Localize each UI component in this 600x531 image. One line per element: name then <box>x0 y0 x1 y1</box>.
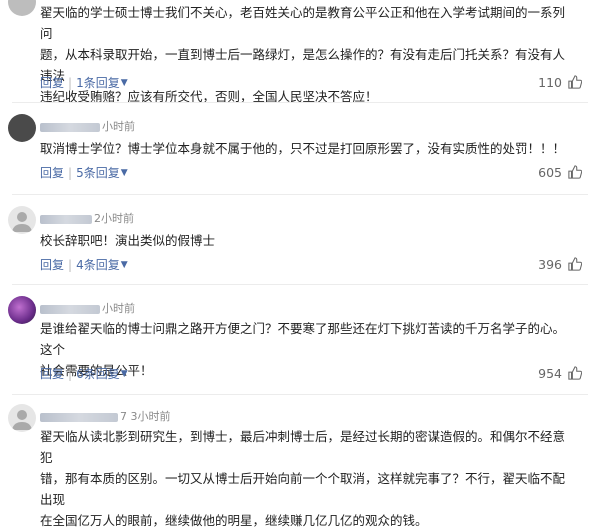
comment-line: 是谁给翟天临的博士问鼎之路开方便之门？不要寒了那些还在灯下挑灯苦读的千万名学子的… <box>40 321 566 357</box>
comment-actions: 回复 | 6条回复▼ <box>40 365 128 382</box>
separator: | <box>68 257 73 272</box>
username-blurred[interactable] <box>40 214 92 224</box>
replies-count: 6条回复 <box>76 367 120 381</box>
comment-line: 错，那有本质的区别。一切又从博士后开始向前一个个取消，这样就完事了？不行，翟天临… <box>40 471 566 507</box>
avatar[interactable] <box>8 206 36 234</box>
comment-actions: 回复 | 1条回复▼ <box>40 74 128 91</box>
like-button[interactable]: 396 <box>538 256 582 272</box>
chevron-down-icon: ▼ <box>120 368 128 379</box>
comment-meta: 2小时前 <box>40 210 134 226</box>
username-suffix: 2 <box>94 212 101 225</box>
divider <box>12 394 588 395</box>
separator: | <box>68 165 73 180</box>
chevron-down-icon: ▼ <box>120 77 128 88</box>
replies-count: 5条回复 <box>76 166 120 180</box>
comment-meta: 小时前 <box>40 300 135 316</box>
comment-meta: 7 3小时前 <box>40 408 171 424</box>
separator: | <box>68 366 73 381</box>
like-button[interactable]: 605 <box>538 164 582 180</box>
comment-line: 校长辞职吧！演出类似的假博士 <box>40 233 216 248</box>
comment-line: 在全国亿万人的眼前，继续做他的明星，继续赚几亿几亿的观众的钱。 <box>40 513 428 528</box>
avatar[interactable] <box>8 0 36 16</box>
chevron-down-icon: ▼ <box>120 167 128 178</box>
divider <box>12 284 588 285</box>
comment-line: 翟天临从读北影到研究生，到博士，最后冲刺博士后，是经过长期的密谋造假的。和偶尔不… <box>40 429 566 465</box>
comment-meta: 小时前 <box>40 118 135 134</box>
replies-count: 4条回复 <box>76 258 120 272</box>
thumbs-up-icon <box>568 366 582 380</box>
username-blurred[interactable] <box>40 412 118 422</box>
replies-toggle[interactable]: 4条回复▼ <box>76 257 128 272</box>
comment-text: 翟天临的学士硕士博士我们不关心，老百姓关心的是教育公平公正和他在入学考试期间的一… <box>40 2 576 107</box>
thumbs-up-icon <box>568 165 582 179</box>
default-avatar-icon <box>12 410 32 430</box>
comment-text: 翟天临从读北影到研究生，到博士，最后冲刺博士后，是经过长期的密谋造假的。和偶尔不… <box>40 426 576 531</box>
comment-line: 取消博士学位？博士学位本身就不属于他的，只不过是打回原形罢了，没有实质性的处罚！… <box>40 141 566 156</box>
comment-time: 3小时前 <box>130 410 171 423</box>
replies-toggle[interactable]: 1条回复▼ <box>76 75 128 90</box>
thumbs-up-icon <box>568 75 582 89</box>
reply-button[interactable]: 回复 <box>40 258 64 272</box>
like-count: 605 <box>538 164 562 180</box>
avatar[interactable] <box>8 296 36 324</box>
username-suffix: 7 <box>120 410 127 423</box>
username-blurred[interactable] <box>40 304 100 314</box>
divider <box>12 194 588 195</box>
separator: | <box>68 75 73 90</box>
divider <box>12 102 588 103</box>
thumbs-up-icon <box>568 257 582 271</box>
reply-button[interactable]: 回复 <box>40 76 64 90</box>
username-blurred[interactable] <box>40 122 100 132</box>
comment-time: 小时前 <box>101 212 134 225</box>
avatar[interactable] <box>8 114 36 142</box>
like-count: 110 <box>538 74 562 90</box>
avatar[interactable] <box>8 404 36 432</box>
like-count: 396 <box>538 256 562 272</box>
replies-count: 1条回复 <box>76 76 120 90</box>
chevron-down-icon: ▼ <box>120 259 128 270</box>
comment-actions: 回复 | 5条回复▼ <box>40 164 128 181</box>
reply-button[interactable]: 回复 <box>40 166 64 180</box>
like-count: 954 <box>538 365 562 381</box>
comment-line: 翟天临的学士硕士博士我们不关心，老百姓关心的是教育公平公正和他在入学考试期间的一… <box>40 5 566 41</box>
comment-actions: 回复 | 4条回复▼ <box>40 256 128 273</box>
like-button[interactable]: 110 <box>538 74 582 90</box>
replies-toggle[interactable]: 5条回复▼ <box>76 165 128 180</box>
comment-text: 校长辞职吧！演出类似的假博士 <box>40 230 576 251</box>
default-avatar-icon <box>12 212 32 232</box>
reply-button[interactable]: 回复 <box>40 367 64 381</box>
like-button[interactable]: 954 <box>538 365 582 381</box>
comment-text: 取消博士学位？博士学位本身就不属于他的，只不过是打回原形罢了，没有实质性的处罚！… <box>40 138 576 159</box>
comment-time: 小时前 <box>102 302 135 315</box>
comment-time: 小时前 <box>102 120 135 133</box>
replies-toggle[interactable]: 6条回复▼ <box>76 366 128 381</box>
